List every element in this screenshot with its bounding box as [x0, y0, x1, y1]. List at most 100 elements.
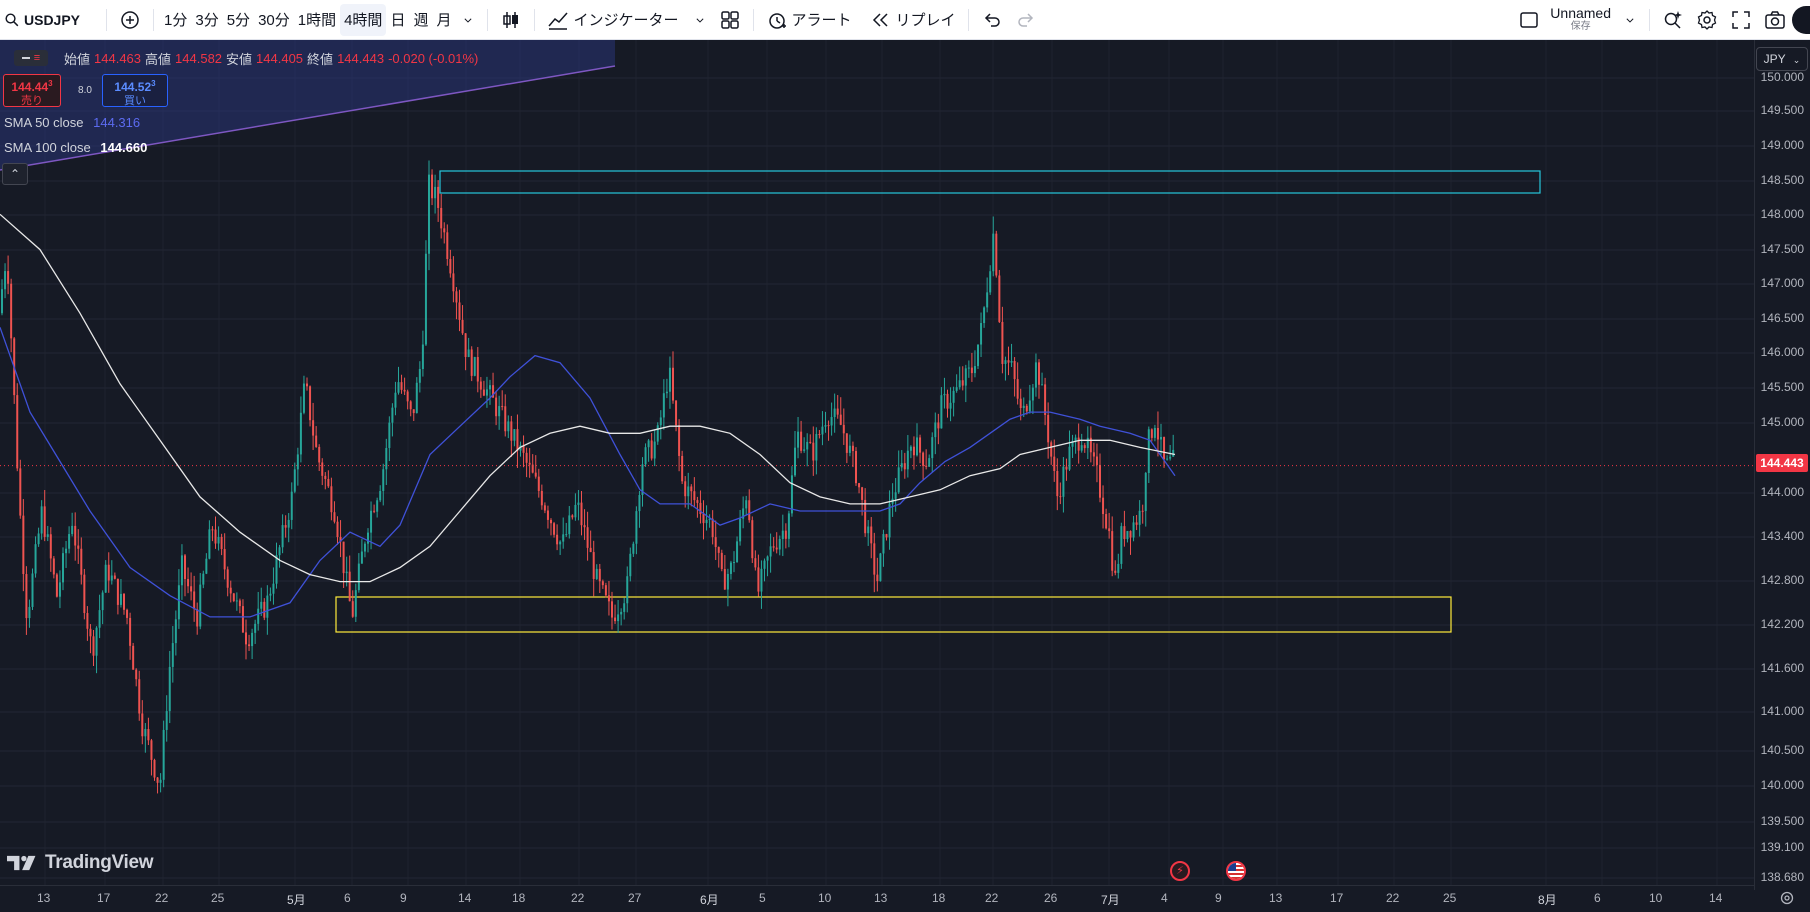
candle-body — [104, 564, 107, 593]
layout-square-icon — [1520, 11, 1539, 28]
axis-settings-button[interactable] — [1778, 889, 1796, 907]
candle-body — [226, 569, 229, 588]
candle-body — [473, 357, 476, 376]
candle-body — [678, 425, 681, 456]
interval-2[interactable]: 5分 — [223, 4, 254, 36]
candle-body — [577, 502, 580, 505]
interval-3[interactable]: 30分 — [254, 4, 294, 36]
candle-body — [220, 536, 223, 550]
templates-button[interactable] — [713, 4, 747, 36]
candle-body — [77, 545, 80, 549]
candle-body — [562, 534, 565, 542]
candle-body — [363, 543, 366, 552]
candle-body — [851, 445, 854, 452]
time-tick: 14 — [1709, 891, 1723, 905]
symbol-search[interactable]: USDJPY — [0, 4, 86, 36]
legend-toggle[interactable]: ≡ — [14, 50, 48, 66]
alert-button[interactable]: アラート — [760, 4, 858, 36]
candle-body — [595, 568, 598, 579]
price-chart[interactable] — [0, 40, 1754, 885]
candle-body — [458, 302, 461, 320]
candle-body — [373, 510, 376, 512]
undo-icon — [984, 12, 1000, 27]
time-axis[interactable]: 13 17 22 25 5月 6 9 14 18 22 27 6月 5 10 13 18 22 26 7月 4 9 13 1… — [0, 885, 1754, 910]
tradingview-logo[interactable]: TradingView — [7, 852, 154, 874]
chart-pane[interactable] — [0, 40, 1810, 910]
candle-body — [507, 421, 510, 432]
candle-body — [531, 464, 534, 473]
quick-search-button[interactable] — [1656, 4, 1690, 36]
candle-body — [71, 525, 74, 535]
candle-body — [241, 606, 244, 633]
redo-button[interactable] — [1009, 4, 1043, 36]
interval-8[interactable]: 月 — [432, 4, 455, 36]
sma50-legend[interactable]: SMA 50 close 144.316 — [4, 115, 140, 130]
candle-body — [1092, 452, 1095, 457]
interval-7[interactable]: 週 — [409, 4, 432, 36]
candle-body — [812, 442, 815, 461]
time-tick: 6 — [344, 891, 351, 905]
interval-6[interactable]: 日 — [386, 4, 409, 36]
sma50-line — [0, 327, 1176, 618]
chevron-down-icon: ⌄ — [1792, 55, 1801, 65]
price-tick: 150.000 — [1760, 70, 1804, 84]
interval-1[interactable]: 3分 — [191, 4, 222, 36]
event-marker-flash[interactable]: ⚡ — [1170, 861, 1190, 881]
replay-button[interactable]: リプレイ — [864, 4, 962, 36]
candle-body — [1114, 570, 1117, 573]
candle-body — [601, 581, 604, 586]
time-tick: 13 — [37, 891, 51, 905]
interval-dropdown[interactable] — [455, 4, 481, 36]
candle-body — [254, 623, 257, 633]
close-label: 終値 — [307, 51, 334, 67]
candle-body — [1172, 449, 1175, 457]
interval-5[interactable]: 4時間 — [340, 3, 387, 36]
candle-body — [196, 609, 199, 627]
candle-body — [894, 492, 897, 499]
sell-button[interactable]: 144.443 売り — [3, 74, 61, 107]
candle-body — [83, 574, 86, 614]
indicators-button[interactable]: インジケーター — [541, 4, 712, 36]
time-tick: 18 — [932, 891, 946, 905]
candle-body — [351, 601, 354, 617]
event-marker-us[interactable] — [1226, 861, 1246, 881]
candle-body — [931, 437, 934, 459]
interval-4[interactable]: 1時間 — [294, 4, 340, 36]
buy-button[interactable]: 144.523 買い — [102, 74, 168, 107]
undo-button[interactable] — [975, 4, 1009, 36]
candle-body — [952, 390, 955, 403]
collapse-legend-button[interactable]: ⌃ — [2, 163, 28, 185]
fullscreen-button[interactable] — [1724, 4, 1758, 36]
publish-button[interactable] — [1792, 4, 1810, 36]
candle-body — [1108, 528, 1111, 532]
layout-button[interactable]: Unnamed 保存 — [1512, 4, 1643, 36]
compare-button[interactable] — [113, 4, 147, 36]
candle-body — [858, 483, 861, 488]
candle-body — [513, 429, 516, 441]
currency-selector[interactable]: JPY ⌄ — [1756, 47, 1808, 71]
candle-body — [199, 584, 202, 627]
candle-body — [989, 271, 992, 293]
candle-body — [809, 441, 812, 443]
candle-body — [324, 475, 327, 479]
candle-body — [55, 574, 58, 597]
candle-body — [1068, 446, 1071, 470]
candle-body — [1117, 563, 1120, 573]
sma100-legend[interactable]: SMA 100 close 144.660 — [4, 140, 147, 155]
candle-body — [1126, 531, 1129, 540]
candle-body — [382, 469, 385, 492]
time-tick: 6月 — [700, 893, 719, 907]
screenshot-button[interactable] — [1758, 4, 1792, 36]
candle-body — [589, 547, 592, 553]
candle-body — [955, 387, 958, 391]
candle-body — [1102, 497, 1105, 515]
candle-body — [415, 382, 418, 414]
chevron-down-icon — [695, 17, 704, 23]
candle-body — [1120, 526, 1123, 564]
settings-button[interactable] — [1690, 4, 1724, 36]
candle-body — [696, 500, 699, 503]
chart-type-button[interactable] — [494, 4, 528, 36]
candle-body — [446, 232, 449, 260]
candle-body — [888, 503, 891, 538]
interval-0[interactable]: 1分 — [160, 4, 191, 36]
